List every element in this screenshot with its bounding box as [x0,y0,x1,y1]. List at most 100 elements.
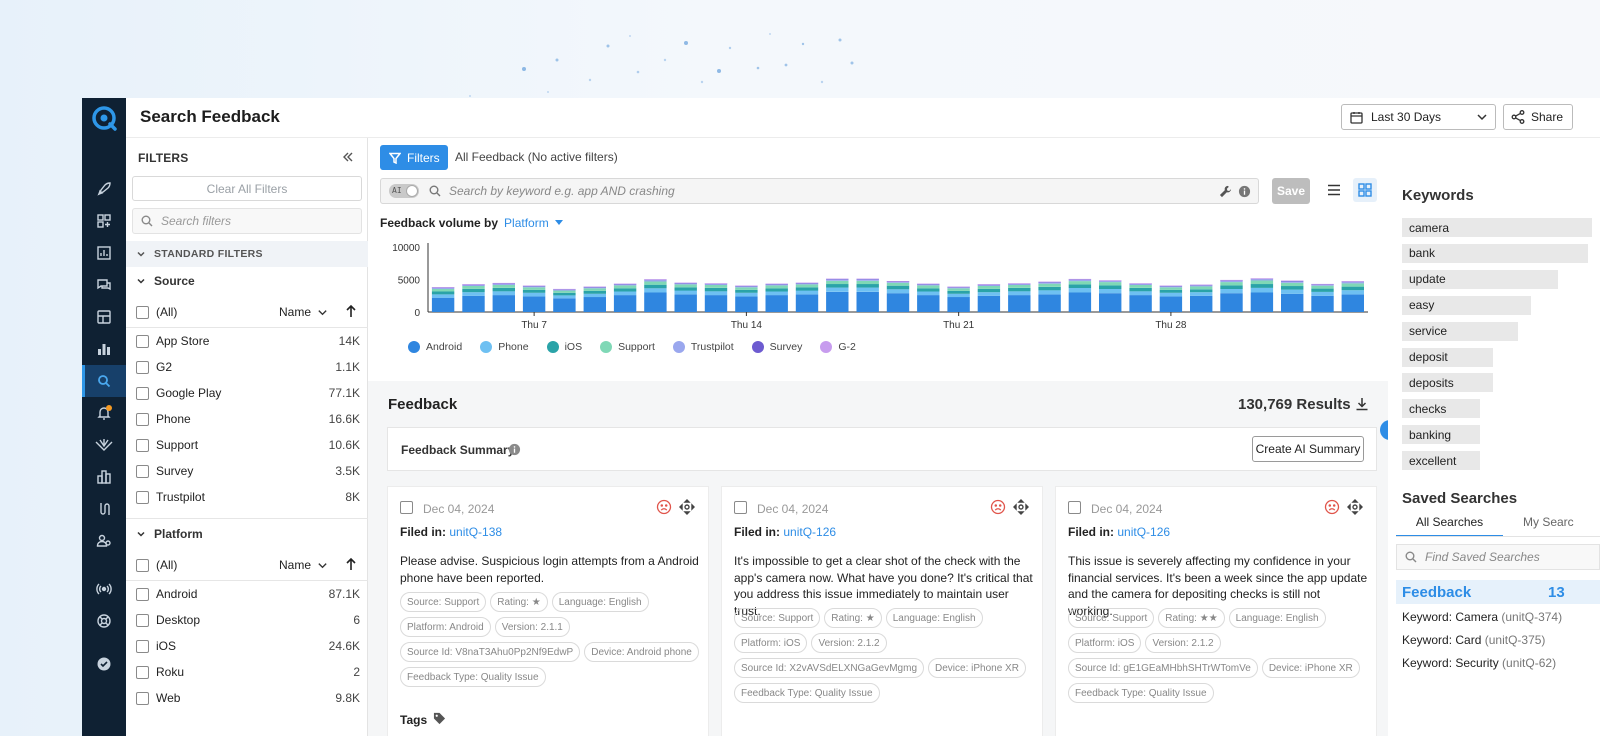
download-icon[interactable] [1355,397,1369,411]
legend-item[interactable]: Android [408,341,462,353]
attribute-pill[interactable]: Source Id: gE1GEaMHbhSHTrWTomVe [1068,658,1258,678]
attribute-pill[interactable]: Rating: ★ [490,592,548,612]
chart-dimension-select[interactable]: Platform [504,216,563,230]
tag-icon[interactable] [433,712,446,728]
attribute-pill[interactable]: Device: iPhone XR [1261,658,1360,678]
filter-option-row[interactable]: Survey 3.5K [136,461,360,481]
attribute-pill[interactable]: Feedback Type: Quality Issue [734,683,880,703]
checkbox[interactable] [136,665,149,679]
legend-item[interactable]: Phone [480,341,529,353]
keyword-bar[interactable]: bank [1402,243,1588,263]
checkbox[interactable] [136,558,149,572]
create-ai-summary-button[interactable]: Create AI Summary [1252,436,1364,462]
filter-funnel-icon[interactable] [82,429,126,461]
widgets-icon[interactable] [82,205,126,237]
clear-all-filters-button[interactable]: Clear All Filters [132,176,362,201]
keyword-bar[interactable]: deposits [1402,373,1493,393]
card-checkbox[interactable] [400,501,413,514]
saved-search-item[interactable]: Keyword: Security (unitQ-62) [1402,656,1556,670]
attribute-pill[interactable]: Source: Support [400,592,487,612]
filter-search-input[interactable]: Search filters [132,208,362,234]
keyword-bar[interactable]: excellent [1402,451,1480,471]
checkbox[interactable] [136,587,149,601]
filter-option-row[interactable]: G2 1.1K [136,357,360,377]
share-button[interactable]: Share [1503,104,1573,130]
attribute-pill[interactable]: Source: Support [1068,608,1155,628]
date-range-select[interactable]: Last 30 Days [1341,104,1496,130]
checkbox[interactable] [136,360,149,374]
checkbox[interactable] [136,386,149,400]
attribute-pill[interactable]: Language: English [551,592,649,612]
checkbox[interactable] [136,639,149,653]
dashboard-icon[interactable] [82,301,126,333]
saved-search-item[interactable]: Keyword: Camera (unitQ-374) [1402,610,1562,624]
attribute-pill[interactable]: Device: iPhone XR [928,658,1026,678]
keyword-bar[interactable]: update [1402,269,1558,289]
move-icon[interactable] [1347,499,1363,518]
saved-search-item[interactable]: Keyword: Card (unitQ-375) [1402,633,1545,647]
info-icon[interactable] [508,443,521,456]
card-checkbox[interactable] [1068,501,1081,514]
globe-icon[interactable] [82,605,126,637]
report-icon[interactable] [82,237,126,269]
checkbox[interactable] [136,334,149,348]
sort-direction-icon[interactable] [345,557,357,571]
sort-by-select[interactable]: Name [279,305,328,319]
flow-icon[interactable] [82,493,126,525]
card-checkbox[interactable] [734,501,747,514]
keyword-bar[interactable]: deposit [1402,347,1493,367]
filed-in-link[interactable]: unitQ-126 [783,525,836,539]
attribute-pill[interactable]: Rating: ★ [824,608,882,628]
rocket-icon[interactable] [82,173,126,205]
attribute-pill[interactable]: Platform: Android [400,617,491,637]
legend-item[interactable]: Survey [751,341,802,353]
legend-item[interactable]: Support [600,341,655,353]
attribute-pill[interactable]: Platform: iOS [1068,633,1142,653]
keyword-search-bar[interactable]: AI Search by keyword e.g. app AND crashi… [380,178,1259,204]
platform-all-row[interactable]: (All) Name [136,555,356,575]
keyword-bar[interactable]: service [1402,321,1518,341]
attribute-pill[interactable]: Language: English [1228,608,1326,628]
filter-option-row[interactable]: Roku 2 [136,662,360,682]
keyword-bar[interactable]: camera [1402,218,1592,237]
attribute-pill[interactable]: Source: Support [734,608,821,628]
wrench-icon[interactable] [1219,185,1232,198]
tab-my-searches[interactable]: My Searc [1523,515,1574,529]
legend-item[interactable]: G-2 [820,341,856,353]
filed-in-link[interactable]: unitQ-126 [1117,525,1170,539]
filters-button[interactable]: Filters [380,145,448,170]
checkbox[interactable] [136,490,149,504]
app-logo[interactable] [91,105,117,134]
filter-option-row[interactable]: Phone 16.6K [136,409,360,429]
attribute-pill[interactable]: Rating: ★★ [1158,608,1225,628]
attribute-pill[interactable]: Source Id: X2vAVSdELXNGaGevMgmg [734,658,925,678]
attribute-pill[interactable]: Feedback Type: Quality Issue [400,667,546,687]
checkbox[interactable] [136,412,149,426]
checkbox[interactable] [136,691,149,705]
filter-option-row[interactable]: Web 9.8K [136,688,360,708]
grid-view-toggle[interactable] [1353,178,1377,202]
filter-option-row[interactable]: Trustpilot 8K [136,487,360,507]
tab-all-searches[interactable]: All Searches [1396,513,1503,537]
move-icon[interactable] [1013,499,1029,518]
people-icon[interactable] [82,525,126,557]
filter-option-row[interactable]: Desktop 6 [136,610,360,630]
list-view-icon[interactable] [1327,184,1341,196]
source-group-toggle[interactable]: Source [136,274,195,288]
search-icon[interactable] [82,365,126,397]
attribute-pill[interactable]: Version: 2.1.1 [494,617,570,637]
checkbox[interactable] [136,464,149,478]
sort-by-select[interactable]: Name [279,558,328,572]
checkbox[interactable] [136,438,149,452]
filed-in-link[interactable]: unitQ-138 [449,525,502,539]
attribute-pill[interactable]: Language: English [885,608,983,628]
attribute-pill[interactable]: Version: 2.1.2 [1145,633,1221,653]
keyword-bar[interactable]: checks [1402,399,1480,419]
collapse-panel-icon[interactable] [341,150,355,164]
broadcast-icon[interactable] [82,573,126,605]
filter-option-row[interactable]: Support 10.6K [136,435,360,455]
filter-option-row[interactable]: App Store 14K [136,331,360,351]
attribute-pill[interactable]: Source Id: V8naT3Ahu0Pp2Nf9EdwP [400,642,581,662]
bell-icon[interactable] [82,397,126,429]
attribute-pill[interactable]: Device: Android phone [584,642,699,662]
